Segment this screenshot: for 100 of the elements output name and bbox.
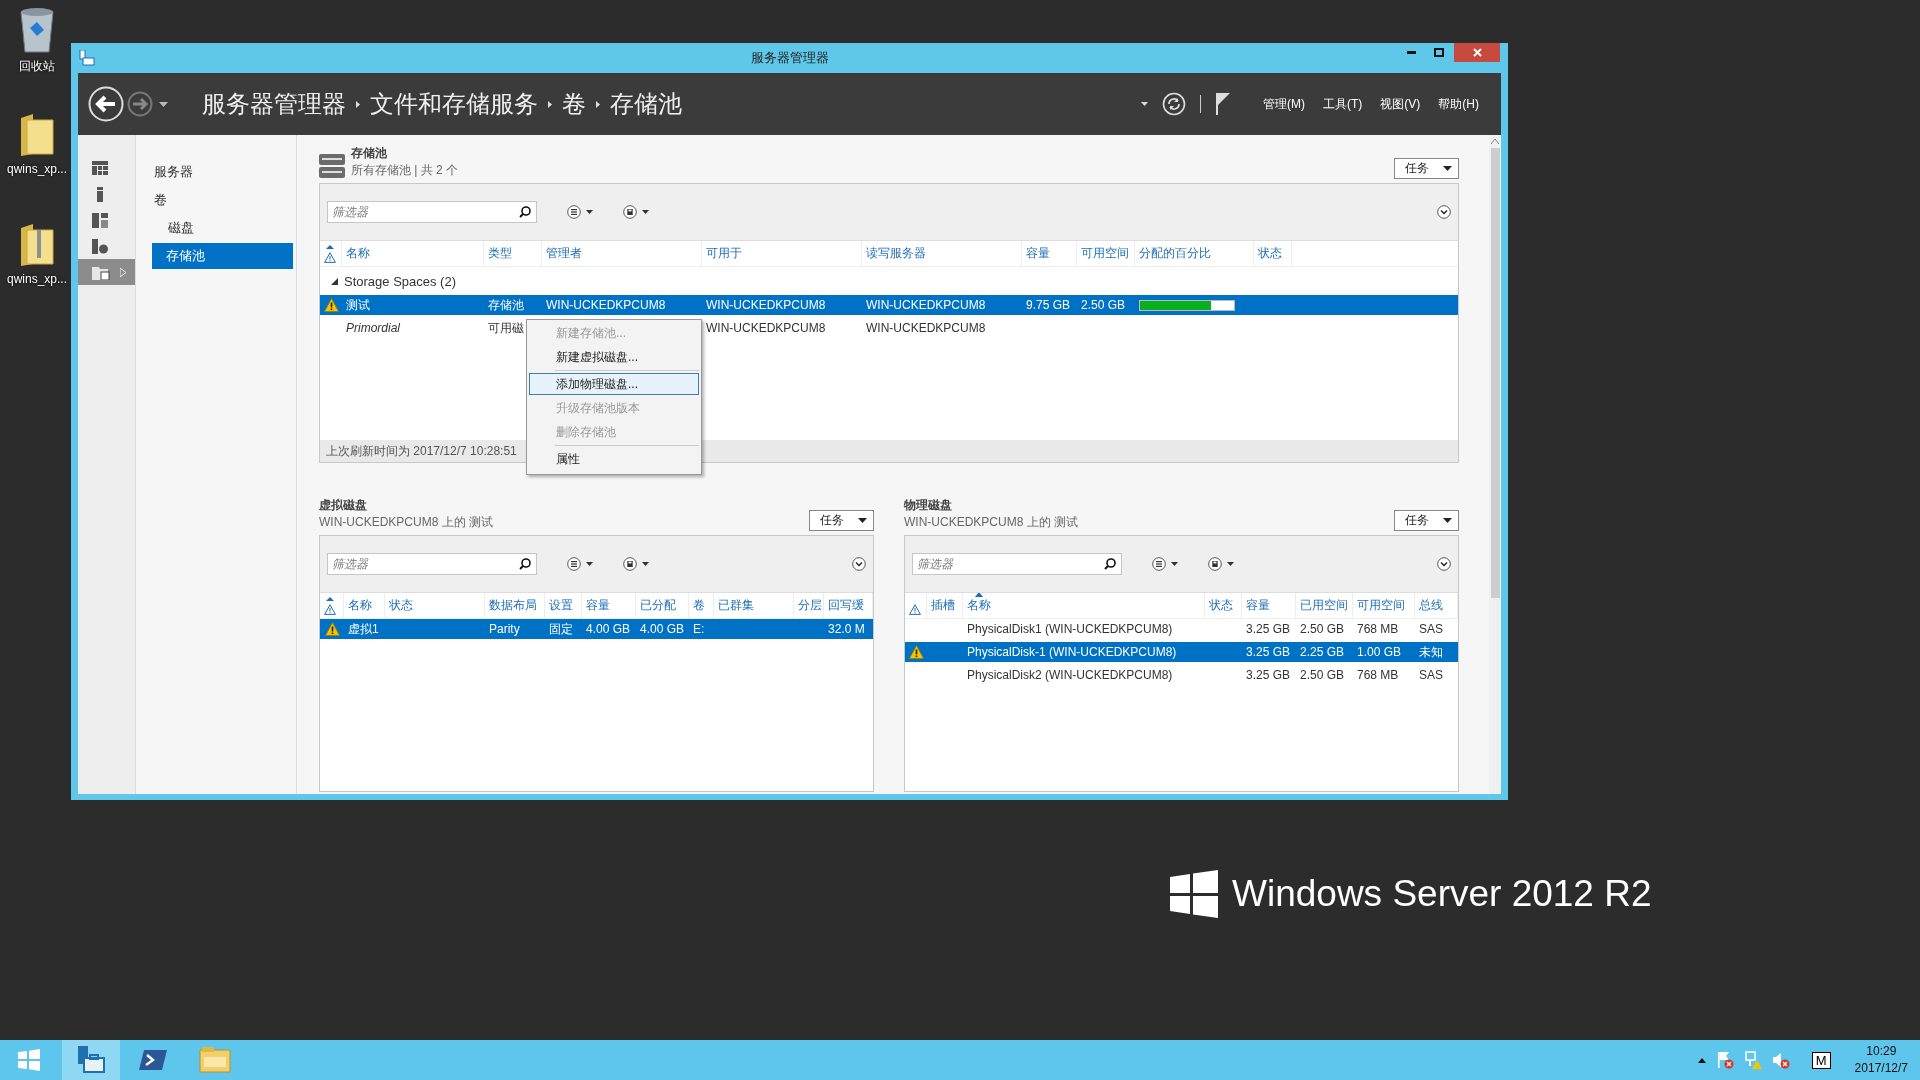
- column-header[interactable]: 名称: [348, 593, 372, 614]
- table-cell-text: 4.00 GB: [639, 622, 686, 636]
- back-button[interactable]: [88, 86, 124, 122]
- clock-time[interactable]: 10:29: [1866, 1043, 1897, 1060]
- filter-field[interactable]: 筛选器: [327, 201, 537, 223]
- grid-icon: [92, 161, 108, 175]
- view-options-button[interactable]: [567, 205, 593, 219]
- column-header[interactable]: 数据布局: [489, 593, 537, 614]
- context-menu-item[interactable]: 添加物理磁盘...: [529, 373, 699, 395]
- column-header[interactable]: 已用空间: [1300, 593, 1348, 614]
- column-header[interactable]: 容量: [1246, 593, 1270, 614]
- save-button[interactable]: [623, 205, 649, 219]
- breadcrumb-item[interactable]: 存储池: [610, 88, 682, 120]
- caret-icon[interactable]: [159, 101, 168, 107]
- expand-button[interactable]: [1437, 205, 1451, 219]
- column-header[interactable]: 名称: [346, 240, 370, 262]
- column-header[interactable]: 读写服务器: [866, 240, 926, 262]
- recycle-bin-icon[interactable]: [17, 6, 57, 54]
- scrollbar[interactable]: [1489, 135, 1501, 794]
- refresh-timestamp: 上次刷新时间为 2017/12/7 10:28:51: [326, 442, 517, 460]
- column-header[interactable]: 容量: [586, 593, 610, 614]
- table-cell-text: Primordial: [345, 321, 401, 335]
- column-header[interactable]: 插槽: [931, 593, 955, 614]
- server-globe-icon: [92, 238, 108, 254]
- table-cell-text: 768 MB: [1356, 622, 1400, 636]
- desktop-icon-label[interactable]: qwins_xp...: [7, 162, 67, 176]
- expand-button[interactable]: [1437, 557, 1451, 571]
- view-options-button[interactable]: [1152, 557, 1178, 571]
- column-header[interactable]: 容量: [1026, 240, 1050, 262]
- menu-item[interactable]: 管理(M): [1263, 96, 1305, 111]
- desktop-icon-label[interactable]: 回收站: [19, 58, 55, 75]
- column-header[interactable]: 已群集: [718, 593, 754, 614]
- servers-icon: [92, 212, 108, 228]
- breadcrumb-item[interactable]: 服务器管理器: [202, 88, 346, 120]
- save-button[interactable]: [1208, 557, 1234, 571]
- nav-item[interactable]: 磁盘: [136, 215, 293, 241]
- list-icon: [567, 557, 593, 571]
- table-cell-text: 3.25 GB: [1245, 668, 1292, 682]
- warning-outline-icon[interactable]: [324, 596, 336, 615]
- column-header[interactable]: 可用空间: [1081, 240, 1129, 262]
- nav-item[interactable]: 存储池: [152, 243, 293, 269]
- table-row[interactable]: 虚拟1 Parity 固定 4.00 GB 4.00 GB E: 32.0 M: [320, 619, 873, 639]
- column-header[interactable]: 回写缓: [828, 593, 864, 614]
- column-header[interactable]: 可用于: [706, 240, 742, 262]
- table-cell-text: 2.25 GB: [1299, 645, 1346, 659]
- column-header[interactable]: 状态: [1209, 593, 1233, 614]
- clock-date[interactable]: 2017/12/7: [1854, 1060, 1908, 1077]
- nav-item[interactable]: 服务器: [136, 159, 293, 185]
- filter-field[interactable]: 筛选器: [327, 553, 537, 575]
- column-header[interactable]: 卷: [693, 593, 705, 614]
- rail-button[interactable]: [78, 259, 135, 285]
- expand-arrow-icon[interactable]: [330, 277, 338, 285]
- breadcrumb-item[interactable]: 卷: [562, 88, 586, 120]
- flag-error-icon[interactable]: [1715, 1051, 1734, 1069]
- flag-icon[interactable]: [1215, 93, 1231, 115]
- column-header[interactable]: 总线: [1419, 593, 1443, 614]
- context-menu-item[interactable]: 新建虚拟磁盘...: [529, 346, 699, 368]
- refresh-icon[interactable]: [1162, 92, 1186, 116]
- table-row[interactable]: PhysicalDisk-1 (WIN-UCKEDKPCUM8) 3.25 GB 2.25 GB 1.00 GB 未知: [905, 642, 1458, 662]
- menu-item[interactable]: 工具(T): [1323, 96, 1363, 111]
- column-header[interactable]: 可用空间: [1357, 593, 1405, 614]
- taskbar-button[interactable]: [62, 1040, 120, 1080]
- column-header[interactable]: 类型: [488, 240, 512, 262]
- menu-item[interactable]: 帮助(H): [1438, 96, 1479, 111]
- column-header[interactable]: 状态: [389, 593, 413, 614]
- caret-up-icon[interactable]: [1697, 1057, 1706, 1063]
- expand-button[interactable]: [852, 557, 866, 571]
- context-menu-item[interactable]: 属性: [529, 448, 699, 470]
- filter-field[interactable]: 筛选器: [912, 553, 1122, 575]
- tasks-button[interactable]: 任务: [1394, 158, 1459, 179]
- tasks-button[interactable]: 任务: [1394, 510, 1459, 531]
- column-header[interactable]: 已分配: [640, 593, 676, 614]
- breadcrumb-item[interactable]: 文件和存储服务: [370, 88, 538, 120]
- column-header[interactable]: 管理者: [546, 240, 582, 262]
- desktop-icon-label[interactable]: qwins_xp...: [7, 272, 67, 286]
- close-button[interactable]: [1454, 43, 1500, 62]
- forward-button[interactable]: [127, 91, 153, 117]
- nav-item[interactable]: 卷: [136, 187, 293, 213]
- column-header[interactable]: 设置: [549, 593, 573, 614]
- tasks-button[interactable]: 任务: [809, 510, 874, 531]
- table-row[interactable]: 测试 存储池 WIN-UCKEDKPCUM8 WIN-UCKEDKPCUM8 WIN-UCKEDKPCUM8 9.75 GB 2.50 GB: [320, 295, 1458, 315]
- column-header[interactable]: 分层: [798, 593, 822, 614]
- table-cell-text: 未知: [1418, 643, 1444, 661]
- table-cell-text: 1.00 GB: [1356, 645, 1403, 659]
- chevron-down-icon: [1437, 557, 1451, 571]
- save-button[interactable]: [623, 557, 649, 571]
- table-cell-text: WIN-UCKEDKPCUM8: [705, 321, 827, 335]
- scroll-up-icon[interactable]: [1491, 139, 1499, 144]
- table-cell-text: E:: [692, 622, 706, 636]
- group-label: Storage Spaces (2): [344, 273, 456, 289]
- warning-outline-icon[interactable]: [324, 244, 336, 263]
- caret-icon[interactable]: [1141, 102, 1148, 106]
- column-header[interactable]: 状态: [1258, 240, 1282, 262]
- speaker-muted-icon[interactable]: [1771, 1051, 1790, 1069]
- column-header[interactable]: 名称: [967, 593, 991, 614]
- column-header[interactable]: 分配的百分比: [1139, 240, 1211, 262]
- table-cell-text: 可用磁: [487, 319, 525, 337]
- menu-item[interactable]: 视图(V): [1380, 96, 1421, 111]
- input-method-indicator[interactable]: M: [1811, 1051, 1831, 1069]
- view-options-button[interactable]: [567, 557, 593, 571]
